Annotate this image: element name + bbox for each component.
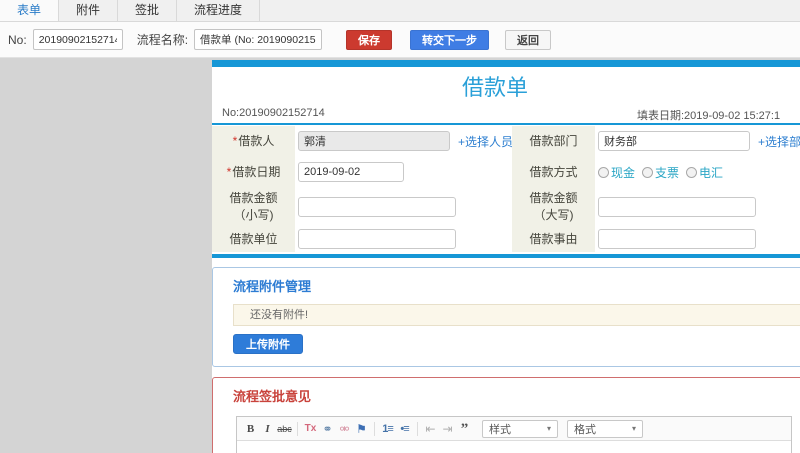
loan-date-cell <box>295 156 512 188</box>
styles-dropdown-label: 样式 <box>489 423 511 436</box>
format-dropdown-label: 格式 <box>574 423 596 436</box>
tab-attachment[interactable]: 附件 <box>59 0 119 21</box>
loan-unit-label: 借款单位 <box>212 226 295 252</box>
department-cell: +选择部门 <box>595 126 800 156</box>
toolbar-separator <box>374 421 375 436</box>
form-panel: 借款单 No:20190902152714 填表日期:2019-09-02 15… <box>212 60 800 453</box>
toolbar: No: 流程名称: 保存 转交下一步 返回 <box>0 22 800 58</box>
radio-check[interactable]: 支票 <box>642 164 679 181</box>
tab-bar: 表单 附件 签批 流程进度 <box>0 0 800 22</box>
form-meta-row: No:20190902152714 填表日期:2019-09-02 15:27:… <box>212 103 800 123</box>
process-name-input[interactable] <box>194 29 323 50</box>
divider-bar-bottom <box>212 254 800 258</box>
outdent-icon[interactable]: ⇤ <box>422 418 439 440</box>
next-step-button[interactable]: 转交下一步 <box>410 29 490 50</box>
no-label: No: <box>8 32 27 47</box>
editor-toolbar: B I abc Tx ⚭ ⚮ ⚑ 1≡ •≡ ⇤ ⇥ ” 样式 ▾ 格式 ▾ <box>237 417 791 441</box>
amount-small-cell <box>295 188 512 226</box>
approval-section: 流程签批意见 B I abc Tx ⚭ ⚮ ⚑ 1≡ •≡ ⇤ ⇥ ” 样式 ▾… <box>212 377 800 453</box>
toolbar-separator <box>417 421 418 436</box>
radio-cash[interactable]: 现金 <box>598 164 635 181</box>
tab-form[interactable]: 表单 <box>0 0 60 21</box>
borrower-label: *借款人 <box>212 126 295 156</box>
tab-approval[interactable]: 签批 <box>118 0 178 21</box>
format-dropdown[interactable]: 格式 ▾ <box>567 419 643 438</box>
bulleted-list-icon[interactable]: •≡ <box>396 418 413 440</box>
amount-small-input[interactable] <box>298 197 456 217</box>
borrower-input[interactable] <box>298 131 450 151</box>
link-icon[interactable]: ⚭ <box>319 418 336 440</box>
radio-circle-icon[interactable] <box>598 166 609 178</box>
anchor-flag-icon[interactable]: ⚑ <box>353 418 370 440</box>
loan-date-input[interactable] <box>298 162 404 182</box>
bold-icon[interactable]: B <box>242 418 259 440</box>
rich-text-editor: B I abc Tx ⚭ ⚮ ⚑ 1≡ •≡ ⇤ ⇥ ” 样式 ▾ 格式 ▾ <box>236 416 792 453</box>
amount-big-input[interactable] <box>598 197 756 217</box>
fill-date: 填表日期:2019-09-02 15:27:1 <box>637 110 781 122</box>
indent-icon[interactable]: ⇥ <box>439 418 456 440</box>
loan-unit-input[interactable] <box>298 229 456 249</box>
divider-line-top <box>212 123 800 125</box>
loan-reason-label: 借款事由 <box>512 226 595 252</box>
page-title: 借款单 <box>461 75 528 100</box>
required-marker: * <box>232 133 238 148</box>
department-input[interactable] <box>598 131 750 151</box>
process-name-label: 流程名称: <box>136 33 189 47</box>
loan-unit-cell <box>295 226 512 252</box>
chevron-down-icon: ▾ <box>631 424 636 433</box>
radio-circle-icon[interactable] <box>642 166 654 178</box>
loan-reason-cell <box>595 226 800 252</box>
department-label: 借款部门 <box>512 126 595 156</box>
required-marker: * <box>226 164 232 179</box>
back-button[interactable]: 返回 <box>505 29 552 50</box>
tab-progress[interactable]: 流程进度 <box>177 0 261 21</box>
amount-small-label: 借款金额（小写) <box>212 188 295 226</box>
select-department-link[interactable]: +选择部门 <box>758 133 800 150</box>
editor-content-area[interactable] <box>237 441 791 453</box>
attachment-section: 流程附件管理 还没有附件! 上传附件 <box>212 267 800 367</box>
panel-top-accent-bar <box>212 60 800 67</box>
styles-dropdown[interactable]: 样式 ▾ <box>482 419 558 438</box>
blockquote-icon[interactable]: ” <box>456 418 473 440</box>
chevron-down-icon: ▾ <box>546 424 551 433</box>
no-input[interactable] <box>32 29 123 50</box>
save-button[interactable]: 保存 <box>346 29 393 50</box>
borrower-cell: +选择人员 <box>295 126 513 156</box>
form-number: No:20190902152714 <box>222 107 325 119</box>
upload-attachment-button[interactable]: 上传附件 <box>233 334 303 354</box>
attachment-section-title: 流程附件管理 <box>233 279 312 294</box>
strikethrough-icon[interactable]: abc <box>276 418 293 440</box>
remove-format-icon[interactable]: Tx <box>302 418 319 440</box>
amount-big-cell <box>595 188 800 226</box>
radio-circle-icon[interactable] <box>686 166 698 178</box>
loan-method-cell: 现金 支票 电汇 <box>595 156 800 188</box>
select-person-link[interactable]: +选择人员 <box>458 133 513 150</box>
unlink-icon[interactable]: ⚮ <box>336 418 353 440</box>
italic-icon[interactable]: I <box>259 418 276 440</box>
loan-reason-input[interactable] <box>598 229 756 249</box>
radio-wire[interactable]: 电汇 <box>686 164 723 181</box>
numbered-list-icon[interactable]: 1≡ <box>379 418 396 440</box>
attachment-empty-message: 还没有附件! <box>233 304 800 326</box>
toolbar-separator <box>297 421 298 436</box>
approval-section-title: 流程签批意见 <box>233 389 312 404</box>
loan-method-label: 借款方式 <box>512 156 595 188</box>
loan-form-grid: *借款人 +选择人员 借款部门 +选择部门 *借款日期 借款方式 现金 支票 电… <box>212 126 800 252</box>
loan-date-label: *借款日期 <box>212 156 295 188</box>
amount-big-label: 借款金额（大写) <box>512 188 595 226</box>
